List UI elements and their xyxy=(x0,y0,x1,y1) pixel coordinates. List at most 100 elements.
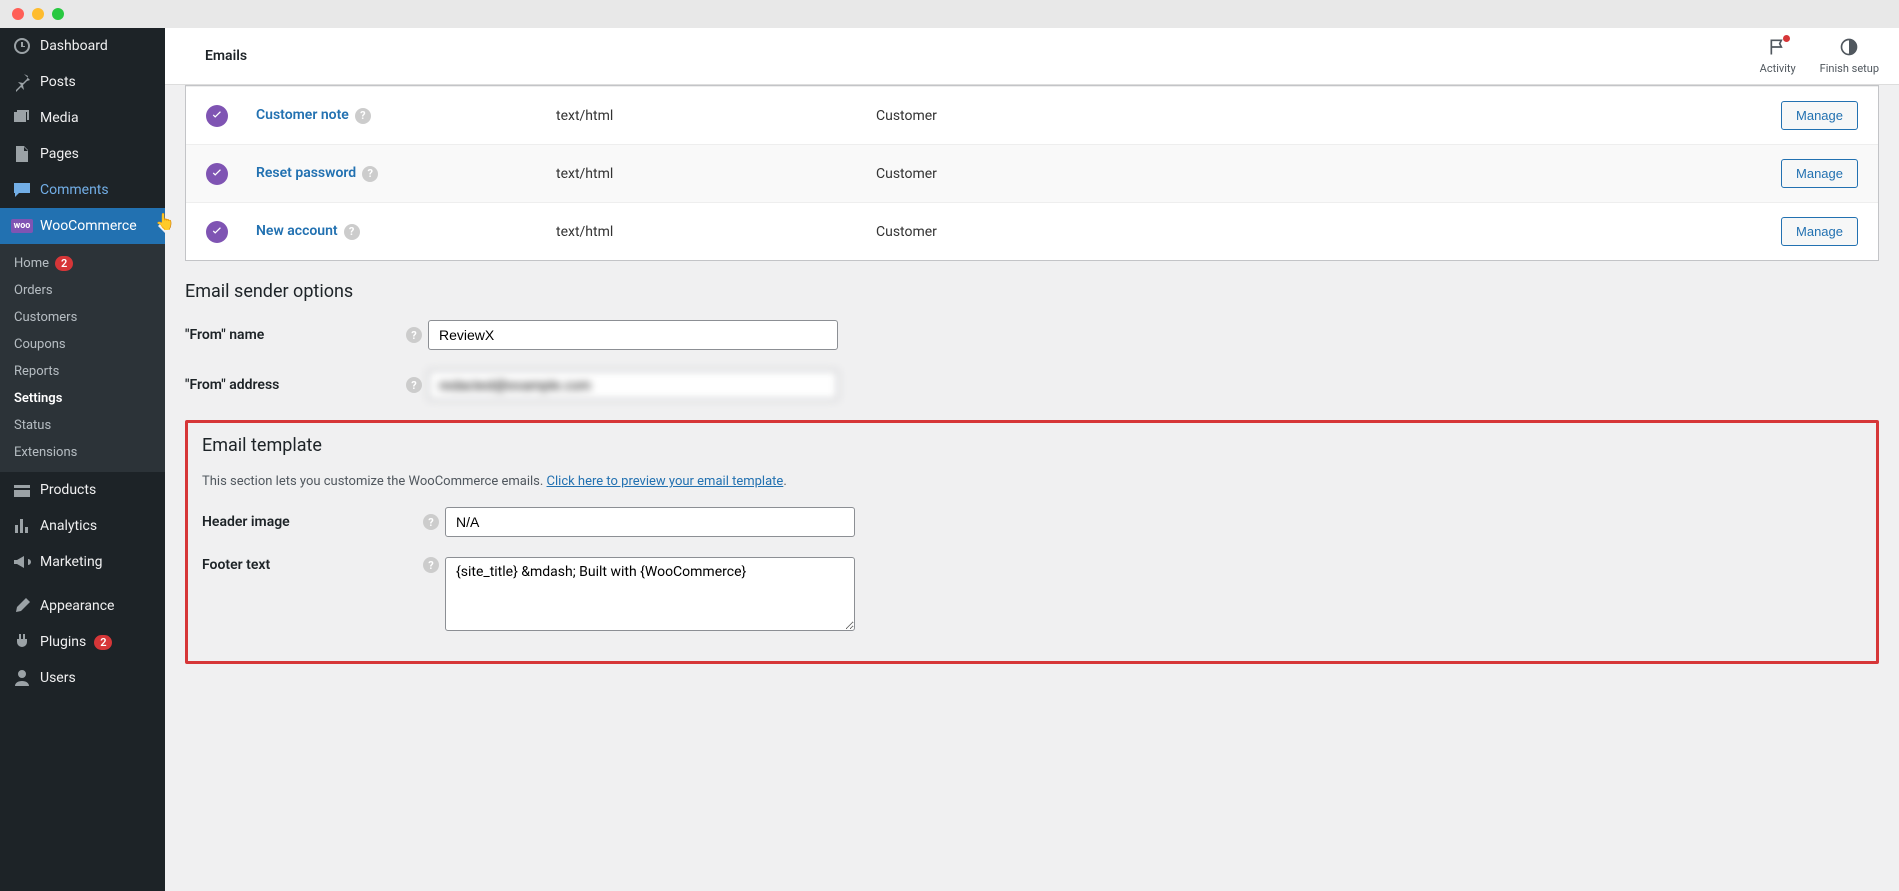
products-icon xyxy=(12,480,32,500)
table-row: Reset password? text/html Customer Manag… xyxy=(186,144,1878,202)
analytics-icon xyxy=(12,516,32,536)
submenu-coupons[interactable]: Coupons xyxy=(0,331,165,358)
help-icon[interactable]: ? xyxy=(344,224,360,240)
help-icon[interactable]: ? xyxy=(423,557,439,573)
finish-setup-button[interactable]: Finish setup xyxy=(1820,37,1879,75)
submenu-label: Reports xyxy=(14,364,59,379)
sidebar-label: Products xyxy=(40,482,96,498)
sidebar-label: Appearance xyxy=(40,598,114,614)
sidebar-label: Plugins xyxy=(40,634,86,650)
content-type: text/html xyxy=(556,224,876,240)
sidebar-label: Analytics xyxy=(40,518,97,534)
sidebar-label: Pages xyxy=(40,146,79,162)
table-row: New account? text/html Customer Manage xyxy=(186,202,1878,260)
brush-icon xyxy=(12,596,32,616)
submenu-home[interactable]: Home2 xyxy=(0,250,165,277)
submenu-reports[interactable]: Reports xyxy=(0,358,165,385)
submenu-label: Settings xyxy=(14,391,62,406)
submenu-orders[interactable]: Orders xyxy=(0,277,165,304)
sidebar-label: Dashboard xyxy=(40,38,108,54)
header-image-input[interactable] xyxy=(445,507,855,537)
page-title: Emails xyxy=(205,48,247,64)
admin-sidebar: Dashboard Posts Media Pages Comments woo… xyxy=(0,28,165,891)
help-icon[interactable]: ? xyxy=(355,108,371,124)
sidebar-item-appearance[interactable]: Appearance xyxy=(0,588,165,624)
sidebar-item-analytics[interactable]: Analytics xyxy=(0,508,165,544)
submenu-settings[interactable]: Settings xyxy=(0,385,165,412)
header-image-label: Header image xyxy=(202,514,417,530)
window-close-icon[interactable] xyxy=(12,8,24,20)
submenu-label: Coupons xyxy=(14,337,66,352)
macos-window-bar xyxy=(0,0,1899,28)
sender-heading: Email sender options xyxy=(185,281,1879,302)
sidebar-item-users[interactable]: Users xyxy=(0,660,165,696)
recipient: Customer xyxy=(876,108,1376,124)
header-image-row: Header image ? xyxy=(202,507,1862,537)
sidebar-item-posts[interactable]: Posts xyxy=(0,64,165,100)
email-name-link[interactable]: New account xyxy=(256,223,338,239)
action-label: Activity xyxy=(1760,62,1796,75)
highlighted-section: Email template This section lets you cus… xyxy=(185,420,1879,664)
check-icon xyxy=(206,163,228,185)
sidebar-item-dashboard[interactable]: Dashboard xyxy=(0,28,165,64)
submenu-label: Orders xyxy=(14,283,53,298)
window-maximize-icon[interactable] xyxy=(52,8,64,20)
submenu-customers[interactable]: Customers xyxy=(0,304,165,331)
woocommerce-submenu: Home2 Orders Customers Coupons Reports S… xyxy=(0,244,165,472)
sidebar-item-marketing[interactable]: Marketing xyxy=(0,544,165,580)
submenu-label: Customers xyxy=(14,310,77,325)
from-address-input[interactable] xyxy=(428,370,838,400)
email-name-link[interactable]: Reset password xyxy=(256,165,356,181)
from-name-input[interactable] xyxy=(428,320,838,350)
sidebar-item-products[interactable]: Products xyxy=(0,472,165,508)
email-name-link[interactable]: Customer note xyxy=(256,107,349,123)
sidebar-label: WooCommerce xyxy=(40,218,137,234)
sidebar-label: Comments xyxy=(40,182,109,198)
submenu-extensions[interactable]: Extensions xyxy=(0,439,165,466)
help-icon[interactable]: ? xyxy=(423,514,439,530)
emails-table: Customer note? text/html Customer Manage… xyxy=(185,85,1879,261)
flag-icon xyxy=(1768,37,1788,60)
manage-button[interactable]: Manage xyxy=(1781,217,1858,246)
footer-text-row: Footer text ? xyxy=(202,557,1862,631)
sidebar-item-media[interactable]: Media xyxy=(0,100,165,136)
help-icon[interactable]: ? xyxy=(362,166,378,182)
window-minimize-icon[interactable] xyxy=(32,8,44,20)
sidebar-label: Users xyxy=(40,670,76,686)
template-description: This section lets you customize the WooC… xyxy=(202,474,1862,489)
help-icon[interactable]: ? xyxy=(406,327,422,343)
content-type: text/html xyxy=(556,166,876,182)
recipient: Customer xyxy=(876,224,1376,240)
comment-icon xyxy=(12,180,32,200)
footer-text-label: Footer text xyxy=(202,557,417,573)
desc-prefix: This section lets you customize the WooC… xyxy=(202,474,547,489)
badge-count: 2 xyxy=(55,256,73,271)
activity-button[interactable]: Activity xyxy=(1760,37,1796,75)
from-address-label: "From" address xyxy=(185,377,400,393)
media-icon xyxy=(12,108,32,128)
submenu-status[interactable]: Status xyxy=(0,412,165,439)
plugin-icon xyxy=(12,632,32,652)
recipient: Customer xyxy=(876,166,1376,182)
check-icon xyxy=(206,221,228,243)
sidebar-item-woocommerce[interactable]: woo WooCommerce xyxy=(0,208,165,244)
preview-template-link[interactable]: Click here to preview your email templat… xyxy=(547,474,784,489)
megaphone-icon xyxy=(12,552,32,572)
pin-icon xyxy=(12,72,32,92)
sidebar-item-pages[interactable]: Pages xyxy=(0,136,165,172)
table-row: Customer note? text/html Customer Manage xyxy=(186,86,1878,144)
manage-button[interactable]: Manage xyxy=(1781,101,1858,130)
sidebar-item-comments[interactable]: Comments xyxy=(0,172,165,208)
sidebar-item-plugins[interactable]: Plugins 2 xyxy=(0,624,165,660)
page-icon xyxy=(12,144,32,164)
woocommerce-icon: woo xyxy=(12,216,32,236)
from-name-row: "From" name ? xyxy=(185,320,1879,350)
dashboard-icon xyxy=(12,36,32,56)
action-label: Finish setup xyxy=(1820,62,1879,75)
help-icon[interactable]: ? xyxy=(406,377,422,393)
sidebar-label: Media xyxy=(40,110,79,126)
footer-text-input[interactable] xyxy=(445,557,855,631)
from-address-row: "From" address ? xyxy=(185,370,1879,400)
manage-button[interactable]: Manage xyxy=(1781,159,1858,188)
user-icon xyxy=(12,668,32,688)
